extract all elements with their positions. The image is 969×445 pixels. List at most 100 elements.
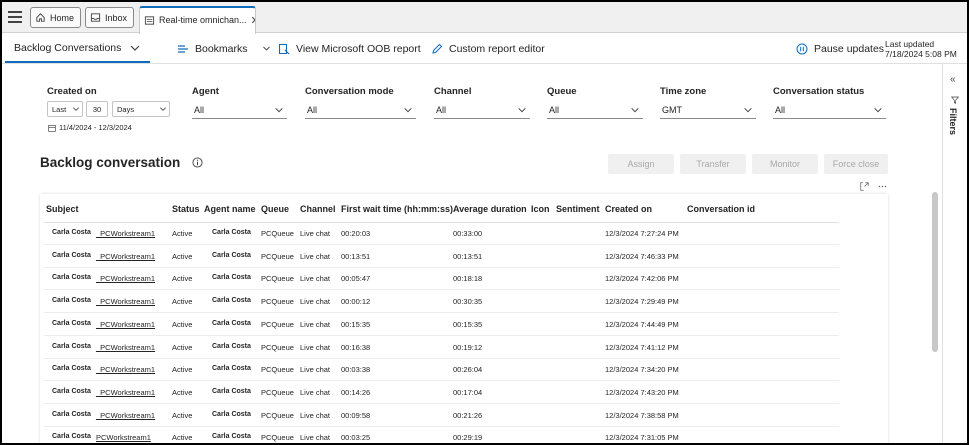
column-header-avg-duration[interactable]: Average duration xyxy=(453,204,527,214)
tab-strip: Home Inbox Real-time omnichan... ✕ xyxy=(2,2,967,34)
avg-duration-cell: 00:13:51 xyxy=(453,251,483,261)
view-oob-report-button[interactable]: View Microsoft OOB report xyxy=(278,34,421,63)
subject-link[interactable]: _PCWorkstream1 xyxy=(96,320,155,329)
subject-link[interactable]: _PCWorkstream1 xyxy=(96,411,155,420)
inbox-icon xyxy=(90,13,101,22)
subject-name: Carla Costa xyxy=(52,229,91,236)
table-row[interactable]: Carla Costa _PCWorkstream1 Active Carla … xyxy=(44,223,839,245)
agent-select[interactable]: All xyxy=(192,101,287,119)
created-on-period-select[interactable]: Last xyxy=(47,101,83,117)
tab-home-label: Home xyxy=(50,12,75,23)
pause-icon xyxy=(796,43,808,54)
calendar-icon xyxy=(48,124,56,132)
subject-link[interactable]: PCWorkstream1 xyxy=(96,433,151,442)
view-oob-report-label: View Microsoft OOB report xyxy=(296,42,421,55)
status-cell: Active xyxy=(172,319,193,329)
column-header-status[interactable]: Status xyxy=(172,204,200,214)
queue-cell: PCQueue xyxy=(261,433,294,443)
chevron-down-icon xyxy=(160,107,166,111)
table-row[interactable]: Carla Costa PCWorkstream1 Active Carla C… xyxy=(44,427,839,443)
queue-cell: PCQueue xyxy=(261,387,294,397)
table-row[interactable]: Carla Costa _PCWorkstream1 Active Carla … xyxy=(44,359,839,382)
status-cell: Active xyxy=(172,342,193,352)
column-header-conversation-id[interactable]: Conversation id xyxy=(687,204,755,214)
pause-updates-button[interactable]: Pause updates xyxy=(796,34,884,63)
filters-pane[interactable]: « Filters xyxy=(942,64,967,443)
status-cell: Active xyxy=(172,297,193,307)
chevron-down-icon xyxy=(518,107,526,113)
transfer-button[interactable]: Transfer xyxy=(680,154,746,174)
status-cell: Active xyxy=(172,274,193,284)
bookmarks-button[interactable]: Bookmarks xyxy=(177,34,271,63)
queue-select[interactable]: All xyxy=(547,101,643,119)
close-icon[interactable]: ✕ xyxy=(251,14,255,27)
tab-inbox[interactable]: Inbox xyxy=(85,7,135,28)
vertical-scrollbar[interactable] xyxy=(932,192,938,352)
table-row[interactable]: Carla Costa _PCWorkstream1 Active Carla … xyxy=(44,268,839,291)
hamburger-menu-icon[interactable] xyxy=(8,11,22,23)
table-row[interactable]: Carla Costa _PCWorkstream1 Active Carla … xyxy=(44,382,839,404)
subject-link[interactable]: _PCWorkstream1 xyxy=(96,388,155,397)
first-wait-cell: 00:03:38 xyxy=(341,365,371,375)
custom-report-editor-button[interactable]: Custom report editor xyxy=(431,34,545,63)
column-header-icon[interactable]: Icon xyxy=(531,204,550,214)
collapse-icon[interactable]: « xyxy=(950,74,956,85)
subject-link[interactable]: _PCWorkstream1 xyxy=(96,274,155,283)
channel-label: Channel xyxy=(434,86,472,97)
subject-link[interactable]: _PCWorkstream1 xyxy=(96,297,155,306)
created-on-cell: 12/3/2024 7:46:33 PM xyxy=(605,251,679,261)
table-row[interactable]: Carla Costa _PCWorkstream1 Active Carla … xyxy=(44,337,839,359)
force-close-button[interactable]: Force close xyxy=(824,154,888,174)
queue-cell: PCQueue xyxy=(261,297,294,307)
subject-link[interactable]: _PCWorkstream1 xyxy=(96,229,155,238)
chevron-down-icon xyxy=(262,46,270,51)
expand-icon[interactable] xyxy=(860,182,869,191)
conversation-mode-select-value: All xyxy=(307,104,318,115)
table-actions xyxy=(860,182,887,191)
monitor-button[interactable]: Monitor xyxy=(752,154,818,174)
channel-cell: Live chat xyxy=(300,410,331,420)
time-zone-select[interactable]: GMT xyxy=(660,101,756,119)
table-row[interactable]: Carla Costa _PCWorkstream1 Active Carla … xyxy=(44,291,839,314)
assign-button[interactable]: Assign xyxy=(608,154,674,174)
created-on-cell: 12/3/2024 7:42:06 PM xyxy=(605,274,679,284)
table-row[interactable]: Carla Costa _PCWorkstream1 Active Carla … xyxy=(44,405,839,427)
first-wait-cell: 00:20:03 xyxy=(341,229,371,238)
view-selector-label: Backlog Conversations xyxy=(14,41,122,54)
column-header-subject[interactable]: Subject xyxy=(46,204,79,214)
channel-select[interactable]: All xyxy=(434,101,530,119)
table-row[interactable]: Carla Costa _PCWorkstream1 Active Carla … xyxy=(44,314,839,336)
column-header-channel[interactable]: Channel xyxy=(300,204,336,214)
column-header-first-wait[interactable]: First wait time (hh:mm:ss) xyxy=(341,204,453,214)
info-icon[interactable] xyxy=(192,157,203,168)
agent-cell: Carla Costa xyxy=(212,342,251,350)
more-options-icon[interactable] xyxy=(878,182,887,191)
subject-link[interactable]: _PCWorkstream1 xyxy=(96,252,155,261)
table-row[interactable]: Carla Costa _PCWorkstream1 Active Carla … xyxy=(44,246,839,268)
conversation-status-select[interactable]: All xyxy=(773,101,886,119)
status-cell: Active xyxy=(172,365,193,375)
subject-link[interactable]: _PCWorkstream1 xyxy=(96,343,155,352)
created-on-count-input[interactable]: 30 xyxy=(86,101,108,117)
subject-link[interactable]: _PCWorkstream1 xyxy=(96,365,155,374)
column-header-queue[interactable]: Queue xyxy=(261,204,289,214)
conversation-mode-select[interactable]: All xyxy=(305,101,416,119)
tab-realtime[interactable]: Real-time omnichan... ✕ xyxy=(139,6,256,34)
column-header-sentiment[interactable]: Sentiment xyxy=(556,204,600,214)
created-on-unit-select[interactable]: Days xyxy=(112,101,170,117)
column-header-agent[interactable]: Agent name xyxy=(204,204,256,214)
agent-cell: Carla Costa xyxy=(212,319,251,327)
last-updated: Last updated 7/18/2024 5:08 PM xyxy=(885,39,957,59)
column-header-created-on[interactable]: Created on xyxy=(605,204,652,214)
last-updated-value: 7/18/2024 5:08 PM xyxy=(885,49,957,59)
avg-duration-cell: 00:30:35 xyxy=(453,297,483,307)
channel-cell: Live chat xyxy=(300,319,331,329)
agent-cell: Carla Costa xyxy=(212,433,251,441)
conversation-mode-label: Conversation mode xyxy=(305,86,394,97)
avg-duration-cell: 00:19:12 xyxy=(453,342,483,352)
queue-cell: PCQueue xyxy=(261,342,294,352)
channel-cell: Live chat xyxy=(300,433,331,443)
view-selector[interactable]: Backlog Conversations xyxy=(5,34,150,63)
first-wait-cell: 00:00:12 xyxy=(341,297,371,307)
tab-home[interactable]: Home xyxy=(30,7,82,28)
